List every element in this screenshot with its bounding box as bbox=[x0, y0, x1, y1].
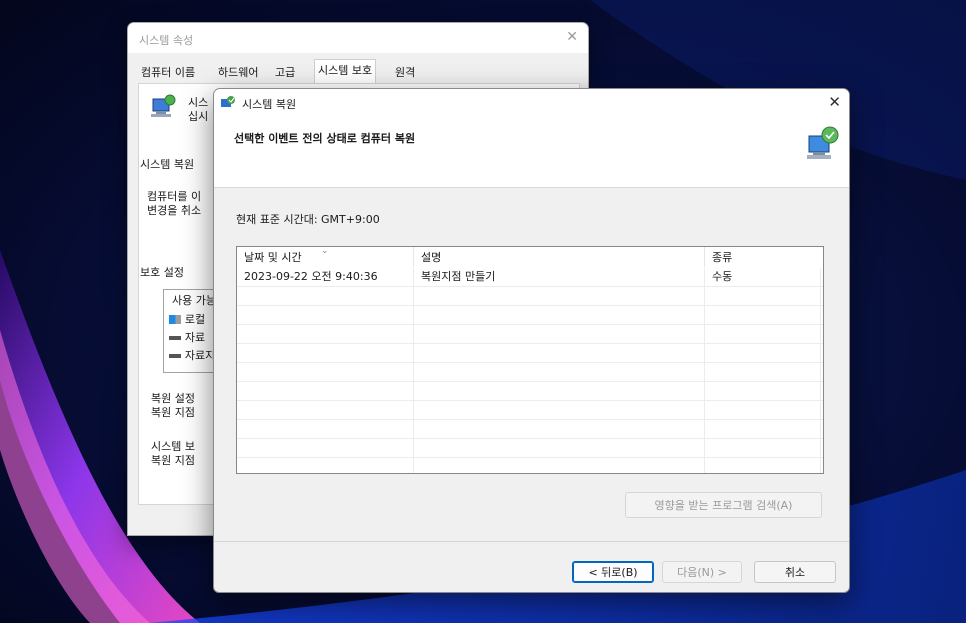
column-header-date[interactable]: 날짜 및 시간 ⌄ bbox=[237, 247, 414, 267]
drive-item-local[interactable]: 로컬 bbox=[169, 312, 205, 327]
cell-date bbox=[237, 287, 414, 305]
sort-down-icon: ⌄ bbox=[321, 246, 329, 256]
cell-type bbox=[705, 306, 821, 324]
tab-advanced[interactable]: 고급 bbox=[272, 63, 298, 83]
tab-remote[interactable]: 원격 bbox=[392, 63, 418, 83]
cell-date bbox=[237, 306, 414, 324]
close-icon[interactable]: ✕ bbox=[828, 93, 841, 111]
drive-item-data[interactable]: 자료 bbox=[169, 330, 205, 345]
restore-section-heading: 시스템 복원 bbox=[140, 158, 195, 171]
table-row[interactable]: 2023-09-22 오전 9:40:36 복원지점 만들기 수동 bbox=[237, 268, 823, 287]
cell-type bbox=[705, 325, 821, 343]
system-restore-app-icon bbox=[221, 96, 235, 107]
column-header-type[interactable]: 종류 bbox=[705, 247, 823, 267]
cell-type bbox=[705, 458, 821, 473]
intro-text-line1: 시스 bbox=[188, 96, 209, 109]
table-row bbox=[237, 401, 823, 420]
intro-text-line2: 십시 bbox=[188, 110, 209, 123]
cell-date bbox=[237, 420, 414, 438]
cell-description bbox=[414, 287, 705, 305]
drive-label: 로컬 bbox=[184, 313, 206, 326]
table-row bbox=[237, 306, 823, 325]
timezone-label: 현재 표준 시간대: GMT+9:00 bbox=[236, 213, 380, 226]
footer-divider bbox=[214, 541, 849, 542]
create-text-line2: 복원 지점 bbox=[151, 454, 195, 467]
column-label-date: 날짜 및 시간 bbox=[244, 251, 302, 264]
cell-type bbox=[705, 287, 821, 305]
drive-icon bbox=[169, 353, 181, 358]
system-restore-dialog: 시스템 복원 ✕ 선택한 이벤트 전의 상태로 컴퓨터 복원 현재 표준 시간대… bbox=[213, 88, 850, 593]
create-text-line1: 시스템 보 bbox=[151, 440, 195, 453]
configure-text-line1: 복원 설정 bbox=[151, 392, 195, 405]
cell-date bbox=[237, 325, 414, 343]
table-row bbox=[237, 439, 823, 458]
cell-description bbox=[414, 439, 705, 457]
system-protection-icon bbox=[151, 94, 176, 117]
cell-date bbox=[237, 458, 414, 473]
drive-icon bbox=[169, 335, 181, 340]
drive-label: 자료지 bbox=[184, 349, 216, 362]
cell-description bbox=[414, 382, 705, 400]
list-rows: 2023-09-22 오전 9:40:36 복원지점 만들기 수동 bbox=[237, 268, 823, 473]
cell-type bbox=[705, 363, 821, 381]
close-icon[interactable]: ✕ bbox=[566, 29, 578, 45]
cell-date bbox=[237, 363, 414, 381]
system-properties-titlebar: 시스템 속성 ✕ bbox=[128, 23, 588, 53]
configure-text-line2: 복원 지점 bbox=[151, 406, 195, 419]
cell-type bbox=[705, 382, 821, 400]
window-title: 시스템 속성 bbox=[139, 34, 194, 47]
tab-hardware[interactable]: 하드웨어 bbox=[215, 63, 261, 83]
cell-description bbox=[414, 420, 705, 438]
drive-item-data2[interactable]: 자료지 bbox=[169, 348, 215, 363]
drive-list-header: 사용 가능 bbox=[172, 294, 216, 307]
table-row bbox=[237, 458, 823, 473]
cell-date bbox=[237, 439, 414, 457]
dialog-title: 시스템 복원 bbox=[242, 98, 297, 111]
restore-point-list[interactable]: 날짜 및 시간 ⌄ 설명 종류 2023-09-22 오전 9:40:36 복원… bbox=[236, 246, 824, 474]
table-row bbox=[237, 382, 823, 401]
cell-type bbox=[705, 439, 821, 457]
back-button[interactable]: < 뒤로(B) bbox=[572, 561, 654, 583]
cancel-button[interactable]: 취소 bbox=[754, 561, 836, 583]
cell-type bbox=[705, 344, 821, 362]
cell-description bbox=[414, 401, 705, 419]
list-header: 날짜 및 시간 ⌄ 설명 종류 bbox=[237, 247, 823, 267]
cell-date: 2023-09-22 오전 9:40:36 bbox=[237, 268, 414, 286]
next-button[interactable]: 다음(N) > bbox=[662, 561, 742, 583]
cell-description bbox=[414, 306, 705, 324]
cell-date bbox=[237, 401, 414, 419]
cell-type bbox=[705, 401, 821, 419]
dialog-titlebar: 시스템 복원 ✕ bbox=[214, 89, 849, 117]
restore-desc-line1: 컴퓨터를 이 bbox=[147, 190, 202, 203]
cell-description bbox=[414, 344, 705, 362]
table-row bbox=[237, 287, 823, 306]
cell-description bbox=[414, 325, 705, 343]
tab-computer-name[interactable]: 컴퓨터 이름 bbox=[138, 63, 198, 83]
cell-date bbox=[237, 382, 414, 400]
cell-type bbox=[705, 420, 821, 438]
system-restore-icon bbox=[807, 126, 839, 159]
drive-label: 자료 bbox=[184, 331, 206, 344]
table-row bbox=[237, 344, 823, 363]
column-header-description[interactable]: 설명 bbox=[414, 247, 705, 267]
cell-description: 복원지점 만들기 bbox=[414, 268, 705, 286]
table-row bbox=[237, 420, 823, 439]
protection-settings-heading: 보호 설정 bbox=[140, 266, 184, 279]
cell-description bbox=[414, 458, 705, 473]
tab-system-protection[interactable]: 시스템 보호 bbox=[314, 59, 377, 84]
cell-type: 수동 bbox=[705, 268, 821, 286]
table-row bbox=[237, 363, 823, 382]
windows-drive-icon bbox=[169, 315, 181, 324]
scan-affected-programs-button[interactable]: 영향을 받는 프로그램 검색(A) bbox=[625, 492, 822, 518]
dialog-heading: 선택한 이벤트 전의 상태로 컴퓨터 복원 bbox=[234, 132, 416, 145]
cell-date bbox=[237, 344, 414, 362]
restore-desc-line2: 변경을 취소 bbox=[147, 204, 202, 217]
tab-strip: 컴퓨터 이름 하드웨어 고급 시스템 보호 원격 bbox=[138, 59, 583, 84]
dialog-header: 선택한 이벤트 전의 상태로 컴퓨터 복원 bbox=[214, 117, 849, 188]
cell-description bbox=[414, 363, 705, 381]
table-row bbox=[237, 325, 823, 344]
